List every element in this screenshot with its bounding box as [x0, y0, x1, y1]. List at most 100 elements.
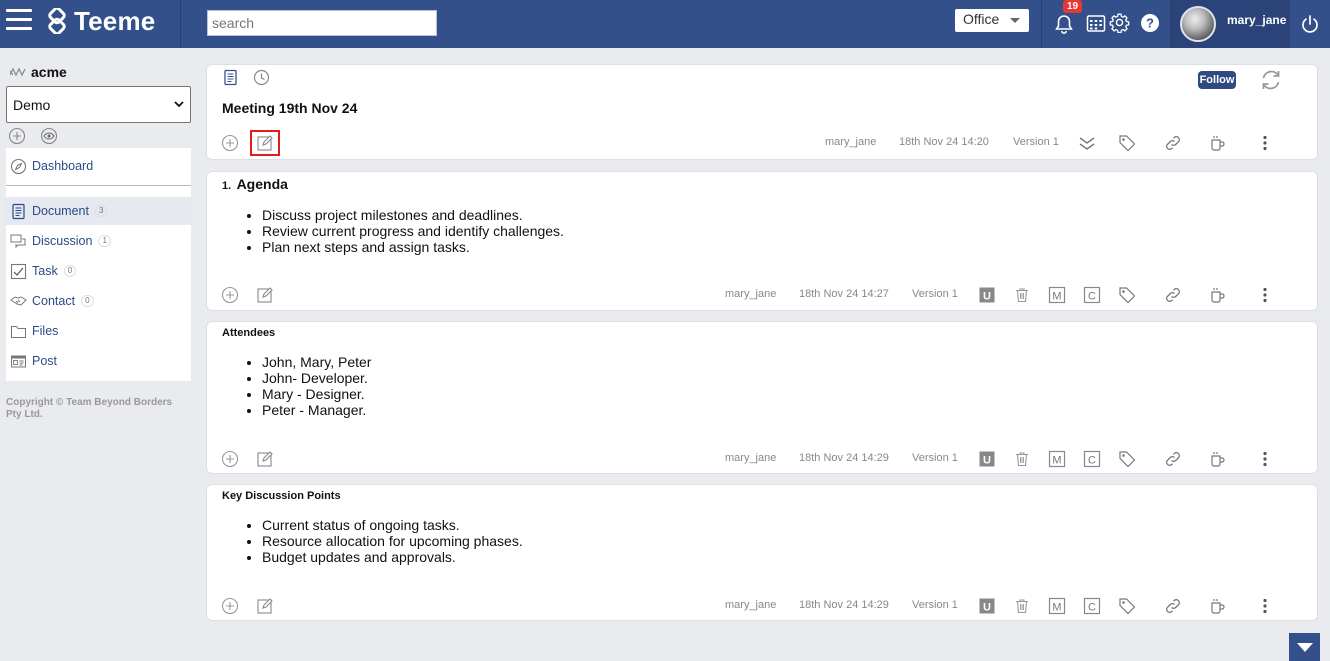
org-icon [10, 67, 26, 77]
add-circle-icon[interactable] [221, 597, 239, 615]
settings-gear-icon[interactable] [1109, 12, 1130, 33]
section-card-key-discussion-points: Key Discussion Points Current status of … [206, 484, 1318, 621]
power-icon[interactable] [1300, 14, 1320, 34]
m-letter-icon[interactable]: M [1048, 450, 1066, 468]
section-toolbar: mary_jane 18th Nov 24 14:29 Version 1 U … [207, 447, 1319, 471]
svg-text:U: U [983, 455, 991, 467]
document-view-tools [222, 69, 270, 86]
divider [6, 185, 191, 186]
history-clock-icon[interactable] [253, 69, 270, 86]
sidebar-tools [8, 127, 58, 145]
trash-icon[interactable] [1013, 597, 1031, 615]
edit-icon[interactable] [256, 597, 274, 615]
more-vertical-icon[interactable] [1256, 450, 1274, 468]
edit-icon[interactable] [256, 450, 274, 468]
tag-icon[interactable] [1118, 597, 1136, 615]
list-item: Review current progress and identify cha… [262, 223, 564, 239]
tag-icon[interactable] [1118, 450, 1136, 468]
trash-icon[interactable] [1013, 286, 1031, 304]
cup-icon[interactable] [1208, 134, 1226, 152]
calendar-icon[interactable] [1086, 13, 1106, 33]
m-letter-icon[interactable]: M [1048, 286, 1066, 304]
scroll-down-button[interactable] [1289, 633, 1320, 661]
document-icon[interactable] [222, 69, 239, 86]
u-letter-icon[interactable]: U [978, 597, 996, 615]
version[interactable]: Version 1 [1013, 136, 1059, 148]
c-letter-icon[interactable]: C [1083, 450, 1101, 468]
tag-icon[interactable] [1118, 134, 1136, 152]
u-letter-icon[interactable]: U [978, 286, 996, 304]
refresh-icon[interactable] [1259, 68, 1283, 92]
sidebar-item-discussion[interactable]: Discussion 1 [6, 227, 191, 255]
document-header-card: Follow Meeting 19th Nov 24 mary_jane 18t… [206, 64, 1318, 160]
sidebar-item-post[interactable]: Post [6, 347, 191, 375]
edit-icon[interactable] [256, 286, 274, 304]
section-number: 1. [222, 180, 232, 192]
space-select[interactable]: Demo [6, 86, 191, 123]
svg-text:M: M [1052, 602, 1061, 614]
section-title-text: Agenda [236, 176, 288, 192]
section-title: 1. Agenda [222, 176, 288, 192]
svg-text:C: C [1088, 455, 1096, 467]
menu-icon[interactable] [6, 9, 32, 31]
discussion-icon [10, 234, 26, 248]
author: mary_jane [725, 288, 777, 300]
double-chevron-down-icon[interactable] [1078, 134, 1096, 152]
svg-text:M: M [1052, 291, 1061, 303]
timestamp: 18th Nov 24 14:20 [899, 136, 989, 148]
more-vertical-icon[interactable] [1256, 286, 1274, 304]
cup-icon[interactable] [1208, 450, 1226, 468]
chevron-down-icon [174, 101, 184, 108]
link-icon[interactable] [1164, 134, 1182, 152]
list-item: Plan next steps and assign tasks. [262, 239, 564, 255]
add-circle-icon[interactable] [221, 286, 239, 304]
sidebar-item-document[interactable]: Document 3 [6, 197, 191, 225]
version[interactable]: Version 1 [912, 599, 958, 611]
space-value: Demo [13, 97, 51, 113]
org-name: acme [10, 64, 67, 80]
sidebar-item-files[interactable]: Files [6, 317, 191, 345]
help-icon[interactable]: ? [1140, 13, 1160, 33]
brand[interactable]: Teeme [44, 5, 155, 37]
u-letter-icon[interactable]: U [978, 450, 996, 468]
c-letter-icon[interactable]: C [1083, 286, 1101, 304]
version[interactable]: Version 1 [912, 288, 958, 300]
link-icon[interactable] [1164, 450, 1182, 468]
cup-icon[interactable] [1208, 597, 1226, 615]
org-label: acme [31, 64, 67, 80]
add-circle-icon[interactable] [221, 134, 239, 152]
user-menu[interactable]: mary_jane [1171, 0, 1290, 48]
search-input[interactable] [207, 10, 437, 36]
bell-icon[interactable] [1053, 13, 1075, 35]
tag-icon[interactable] [1118, 286, 1136, 304]
eye-icon[interactable] [40, 127, 58, 145]
cup-icon[interactable] [1208, 286, 1226, 304]
follow-button[interactable]: Follow [1198, 71, 1236, 89]
version[interactable]: Version 1 [912, 452, 958, 464]
sidebar-item-contact[interactable]: Contact 0 [6, 287, 191, 315]
list-item: Peter - Manager. [262, 402, 371, 418]
c-letter-icon[interactable]: C [1083, 597, 1101, 615]
m-letter-icon[interactable]: M [1048, 597, 1066, 615]
link-icon[interactable] [1164, 286, 1182, 304]
top-bar: Teeme Office 19 ? mary_jane [0, 0, 1330, 48]
edit-icon[interactable] [256, 134, 274, 152]
workspace-select[interactable]: Office [955, 9, 1029, 32]
add-circle-icon[interactable] [8, 127, 26, 145]
trash-icon[interactable] [1013, 450, 1031, 468]
link-icon[interactable] [1164, 597, 1182, 615]
sidebar-item-task[interactable]: Task 0 [6, 257, 191, 285]
divider [1041, 0, 1042, 48]
author: mary_jane [725, 599, 777, 611]
folder-icon [11, 325, 26, 338]
list-item: John- Developer. [262, 370, 371, 386]
add-circle-icon[interactable] [221, 450, 239, 468]
list-item: John, Mary, Peter [262, 354, 371, 370]
section-card-attendees: Attendees John, Mary, Peter John- Develo… [206, 321, 1318, 474]
more-vertical-icon[interactable] [1256, 597, 1274, 615]
sidebar-item-dashboard[interactable]: Dashboard [6, 152, 191, 180]
list-item: Mary - Designer. [262, 386, 371, 402]
svg-text:C: C [1088, 602, 1096, 614]
more-vertical-icon[interactable] [1256, 134, 1274, 152]
bullet-list: Discuss project milestones and deadlines… [262, 207, 564, 255]
